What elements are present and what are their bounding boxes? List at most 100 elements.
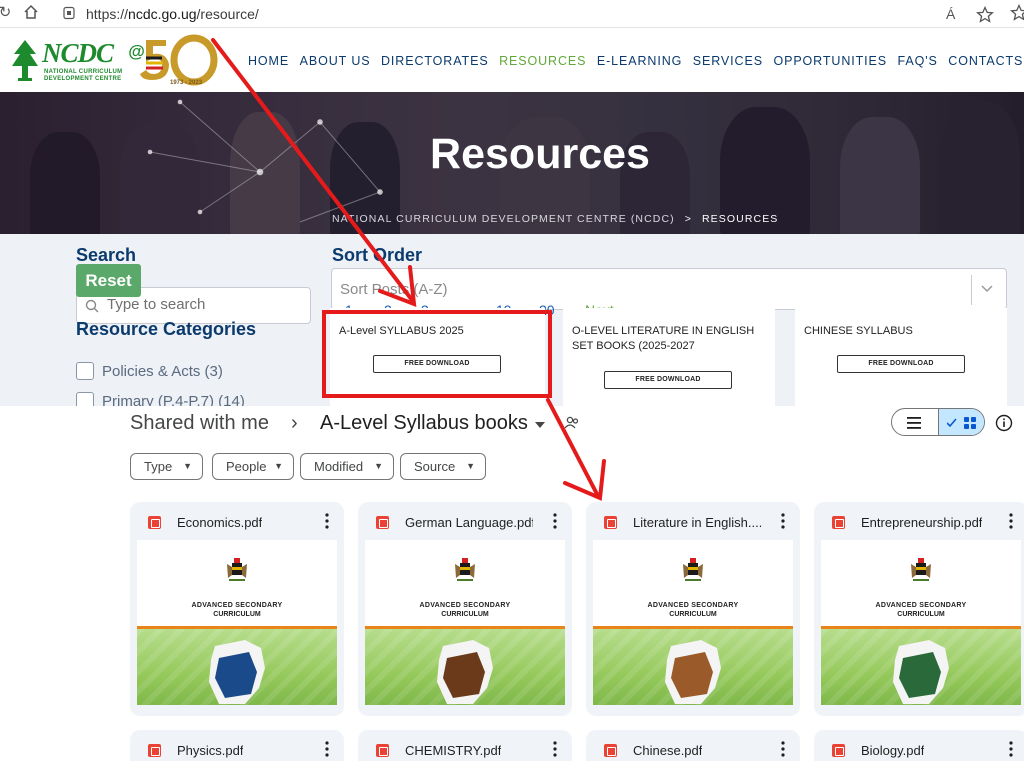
grid-view-button[interactable] — [938, 409, 984, 435]
filter-chip-type[interactable]: Type ▼ — [130, 453, 203, 480]
file-thumbnail[interactable]: ADVANCED SECONDARY CURRICULUM — [137, 540, 337, 705]
chevron-down-icon[interactable] — [980, 281, 994, 295]
resource-title[interactable]: CHINESE SYLLABUS — [804, 324, 1004, 339]
category-label: Policies & Acts (3) — [102, 362, 223, 380]
pdf-file-icon — [604, 744, 617, 757]
nav-item-contacts[interactable]: CONTACTS — [948, 54, 1023, 68]
reset-button[interactable]: Reset — [76, 264, 141, 297]
favorites-icon[interactable] — [1010, 4, 1024, 22]
resource-card-chinese[interactable]: CHINESE SYLLABUS FREE DOWNLOAD — [795, 308, 1007, 406]
url-text[interactable]: https://ncdc.go.ug/resource/ — [86, 6, 259, 22]
coat-of-arms-icon — [455, 558, 475, 581]
file-card[interactable]: Literature in English.... ADVANCED SECOND… — [586, 502, 800, 716]
pdf-file-icon — [604, 516, 617, 529]
more-options-icon[interactable] — [552, 741, 558, 757]
breadcrumb: NATIONAL CURRICULUM DEVELOPMENT CENTRE (… — [332, 213, 778, 225]
search-input[interactable] — [107, 296, 297, 313]
categories-heading: Resource Categories — [76, 319, 257, 339]
nav-item-resources[interactable]: RESOURCES — [499, 54, 586, 68]
main-navigation: HOME ABOUT US DIRECTORATES RESOURCES E-LEARN… — [248, 54, 1024, 68]
file-card[interactable]: Chinese.pdf — [586, 730, 800, 761]
file-name[interactable]: Entrepreneurship.pdf — [861, 515, 982, 530]
file-name[interactable]: Economics.pdf — [177, 515, 262, 530]
list-view-button[interactable] — [892, 409, 939, 435]
more-options-icon[interactable] — [552, 513, 558, 529]
more-options-icon[interactable] — [1008, 513, 1014, 529]
coat-of-arms-icon — [683, 558, 703, 581]
resource-card-o-level-literature[interactable]: O-LEVEL LITERATURE IN ENGLISH SET BOOKS … — [563, 308, 775, 406]
breadcrumb-current: RESOURCES — [701, 213, 779, 225]
filter-chip-source[interactable]: Source ▼ — [400, 453, 486, 480]
category-checkbox-policies[interactable]: Policies & Acts (3) — [76, 361, 223, 381]
read-aloud-icon[interactable]: Á — [946, 6, 955, 22]
more-options-icon[interactable] — [324, 513, 330, 529]
nav-item-home[interactable]: HOME — [248, 54, 289, 68]
file-card[interactable]: CHEMISTRY.pdf — [358, 730, 572, 761]
filter-chip-modified[interactable]: Modified ▼ — [300, 453, 394, 480]
filter-chip-people[interactable]: People ▼ — [212, 453, 294, 480]
coat-of-arms-icon — [911, 558, 931, 581]
file-card[interactable]: Biology.pdf — [814, 730, 1024, 761]
info-icon[interactable] — [995, 414, 1013, 432]
grid-icon — [947, 417, 976, 429]
shared-people-icon[interactable] — [564, 416, 580, 430]
uganda-map-illustration-icon — [665, 640, 721, 704]
file-thumbnail[interactable]: ADVANCED SECONDARY CURRICULUM — [593, 540, 793, 705]
file-thumbnail[interactable]: ADVANCED SECONDARY CURRICULUM — [365, 540, 565, 705]
uganda-map-illustration-icon — [893, 640, 949, 704]
refresh-icon[interactable]: ↻ — [0, 4, 14, 22]
home-icon[interactable] — [22, 4, 40, 22]
free-download-button[interactable]: FREE DOWNLOAD — [837, 355, 965, 373]
pdf-file-icon — [148, 516, 161, 529]
more-options-icon[interactable] — [780, 513, 786, 529]
file-name[interactable]: CHEMISTRY.pdf — [405, 743, 501, 758]
pdf-file-icon — [148, 744, 161, 757]
breadcrumb-home-link[interactable]: NATIONAL CURRICULUM DEVELOPMENT CENTRE (… — [332, 213, 675, 225]
more-options-icon[interactable] — [324, 741, 330, 757]
nav-item-directorates[interactable]: DIRECTORATES — [381, 54, 489, 68]
sort-order-select[interactable]: Sort Posts (A-Z) — [331, 268, 1007, 310]
more-options-icon[interactable] — [1008, 741, 1014, 757]
file-name[interactable]: Biology.pdf — [861, 743, 924, 758]
breadcrumb-separator: > — [684, 213, 692, 225]
logo-wordmark: NCDC — [42, 38, 114, 68]
file-card[interactable]: Physics.pdf — [130, 730, 344, 761]
address-bar[interactable]: https://ncdc.go.ug/resource/ Á — [54, 2, 1002, 26]
file-card[interactable]: Entrepreneurship.pdf ADVANCED SECONDARY CU… — [814, 502, 1024, 716]
page-title: Resources — [430, 130, 650, 178]
checkbox[interactable] — [76, 362, 94, 380]
thumbnail-subtitle: CURRICULUM — [669, 611, 717, 618]
logo-years: 1973 - 2023 — [170, 80, 203, 86]
uganda-map-illustration-icon — [209, 640, 265, 704]
thumbnail-subtitle: CURRICULUM — [441, 611, 489, 618]
nav-item-opportunities[interactable]: OPPORTUNITIES — [773, 54, 887, 68]
nav-item-services[interactable]: SERVICES — [693, 54, 763, 68]
file-card[interactable]: German Language.pdf ADVANCED SECONDARY CUR… — [358, 502, 572, 716]
thumbnail-title: ADVANCED SECONDARY — [647, 602, 739, 609]
nav-item-e-learning[interactable]: E-LEARNING — [597, 54, 682, 68]
pdf-file-icon — [376, 516, 389, 529]
file-name[interactable]: German Language.pdf — [405, 515, 533, 530]
resource-title[interactable]: O-LEVEL LITERATURE IN ENGLISH SET BOOKS … — [572, 324, 772, 354]
nav-item-about-us[interactable]: ABOUT US — [300, 54, 371, 68]
ncdc-logo[interactable]: NCDC @ NATIONAL CURRICULUM DEVELOPMENT C… — [8, 34, 218, 90]
file-name[interactable]: Chinese.pdf — [633, 743, 702, 758]
lock-icon[interactable] — [62, 6, 76, 20]
file-name[interactable]: Literature in English.... — [633, 515, 761, 530]
annotation-highlight-box — [322, 310, 552, 398]
thumbnail-subtitle: CURRICULUM — [213, 611, 261, 618]
sort-selected-value: Sort Posts (A-Z) — [340, 281, 448, 298]
more-options-icon[interactable] — [780, 741, 786, 757]
file-card[interactable]: Economics.pdf ADVANCED SECONDARY CURRICULU… — [130, 502, 344, 716]
pdf-file-icon — [832, 744, 845, 757]
free-download-button[interactable]: FREE DOWNLOAD — [604, 371, 732, 389]
caret-down-icon[interactable] — [535, 422, 545, 428]
search-heading: Search — [76, 245, 137, 265]
favorite-star-icon[interactable] — [976, 6, 994, 24]
folder-title[interactable]: A-Level Syllabus books — [320, 412, 528, 435]
nav-item-faq-s[interactable]: FAQ'S — [898, 54, 938, 68]
breadcrumb-shared-with-me[interactable]: Shared with me — [130, 412, 269, 435]
search-icon — [85, 299, 99, 313]
file-thumbnail[interactable]: ADVANCED SECONDARY CURRICULUM — [821, 540, 1021, 705]
file-name[interactable]: Physics.pdf — [177, 743, 243, 758]
